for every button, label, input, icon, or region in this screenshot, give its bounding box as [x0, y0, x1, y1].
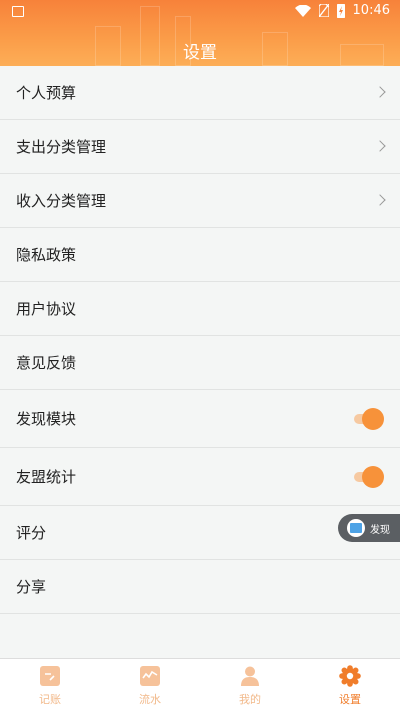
- settings-item-expense-categories[interactable]: 支出分类管理: [0, 120, 400, 174]
- tab-label: 记账: [39, 693, 61, 706]
- settings-item-feedback[interactable]: 意见反馈: [0, 336, 400, 390]
- settings-item-label: 隐私政策: [16, 246, 77, 264]
- settings-item-user-agreement[interactable]: 用户协议: [0, 282, 400, 336]
- settings-item-label: 收入分类管理: [16, 192, 107, 210]
- tab-bookkeeping[interactable]: 记账: [0, 659, 100, 711]
- status-bar: 10:46: [0, 0, 400, 24]
- settings-item-label: 个人预算: [16, 84, 77, 102]
- status-time: 10:46: [352, 3, 390, 18]
- bottom-tab-bar: 记账 流水 我的 设置: [0, 658, 400, 711]
- settings-item-share[interactable]: 分享: [0, 560, 400, 614]
- tab-mine[interactable]: 我的: [200, 659, 300, 711]
- note-icon: [40, 666, 60, 686]
- settings-item-label: 分享: [16, 578, 47, 596]
- gear-icon: [339, 665, 361, 687]
- chevron-right-icon: [374, 139, 386, 152]
- settings-item-income-categories[interactable]: 收入分类管理: [0, 174, 400, 228]
- settings-item-discover-module: 发现模块: [0, 390, 400, 448]
- chevron-right-icon: [374, 85, 386, 98]
- toggle-thumb: [362, 407, 384, 430]
- settings-item-umeng-stats: 友盟统计: [0, 448, 400, 506]
- page-title: 设置: [183, 43, 217, 63]
- settings-item-budget[interactable]: 个人预算: [0, 66, 400, 120]
- discover-floating-button[interactable]: 发现: [338, 514, 400, 542]
- toggle-thumb: [362, 465, 384, 488]
- settings-item-label: 意见反馈: [16, 354, 77, 372]
- umeng-stats-toggle[interactable]: [354, 465, 384, 488]
- settings-item-label: 用户协议: [16, 300, 77, 318]
- settings-item-label: 发现模块: [16, 410, 77, 428]
- chart-icon: [140, 666, 160, 686]
- person-icon: [241, 666, 259, 686]
- settings-item-label: 友盟统计: [16, 468, 77, 486]
- no-sim-icon: [318, 4, 329, 17]
- tab-transactions[interactable]: 流水: [100, 659, 200, 711]
- tab-label: 设置: [339, 693, 361, 706]
- battery-charging-icon: [336, 3, 345, 18]
- tab-label: 流水: [139, 693, 161, 706]
- settings-item-label: 支出分类管理: [16, 138, 107, 156]
- tab-settings[interactable]: 设置: [300, 659, 400, 711]
- settings-item-privacy-policy[interactable]: 隐私政策: [0, 228, 400, 282]
- wifi-icon: [294, 4, 311, 17]
- discover-module-toggle[interactable]: [354, 407, 384, 430]
- floating-button-label: 发现: [370, 524, 390, 536]
- tab-label: 我的: [239, 693, 261, 706]
- app-header: 10:46 设置: [0, 0, 400, 66]
- image-notification-icon: [12, 6, 24, 17]
- settings-item-label: 评分: [16, 524, 47, 542]
- chevron-right-icon: [374, 193, 386, 206]
- news-icon: [347, 519, 365, 537]
